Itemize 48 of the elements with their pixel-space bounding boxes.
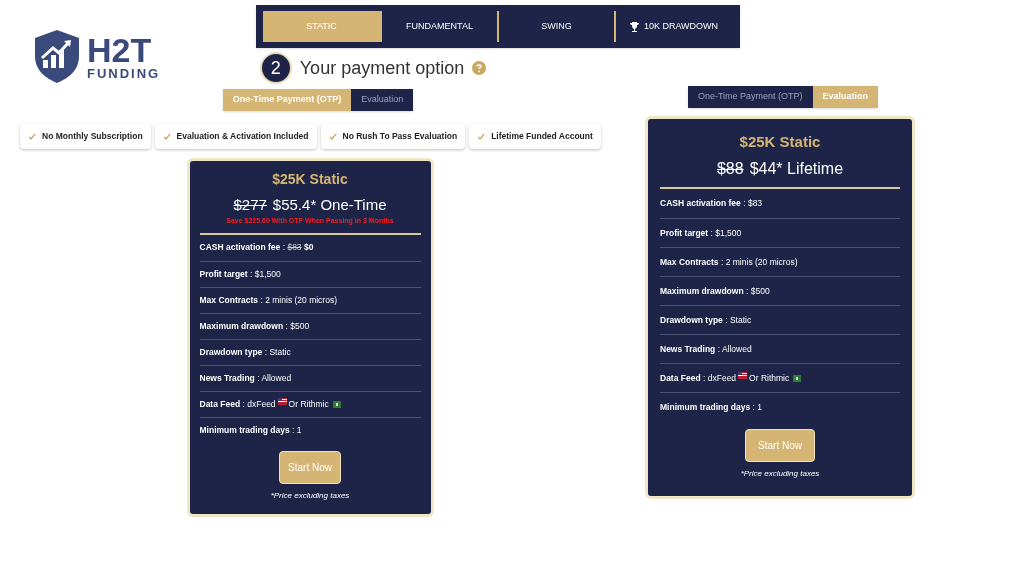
plan-title: $25K Static	[271, 169, 349, 189]
plan-detail: Minimum trading days : 1	[660, 400, 763, 414]
feature-label: Evaluation & Activation Included	[176, 129, 309, 143]
feature-label: Lifetime Funded Account	[491, 129, 593, 143]
check-icon	[28, 132, 36, 140]
check-icon	[328, 132, 337, 140]
trophy-icon	[628, 20, 640, 33]
logo-icon	[33, 28, 81, 84]
help-icon	[472, 61, 487, 75]
plan-tab[interactable]: FUNDAMENTAL	[380, 11, 497, 42]
check-icon	[162, 132, 171, 140]
flag-icon	[332, 400, 341, 408]
payment-tab[interactable]: Evaluation	[351, 89, 414, 111]
plan-detail: Profit target : $1,500	[660, 226, 742, 240]
plan-detail: Maximum drawdown : $500	[199, 319, 310, 333]
plan-detail: Drawdown type : Static	[660, 313, 752, 327]
plan-tab[interactable]: 10K DRAWDOWN	[614, 11, 731, 42]
plan-detail: Max Contracts : 2 minis (20 micros)	[199, 293, 337, 307]
flag-icon	[793, 374, 802, 382]
step-number: 2	[259, 52, 292, 84]
plan-detail: CASH activation fee : $83 $0	[199, 241, 314, 254]
old-price: $88	[716, 159, 744, 179]
plan-detail: News Trading : Allowed	[660, 342, 752, 356]
plan-detail: CASH activation fee : $83	[660, 197, 763, 210]
price: $44* Lifetime	[749, 159, 844, 179]
price: $55.4* One-Time	[272, 194, 387, 215]
payment-tab[interactable]: One-Time Payment (OTP)	[687, 86, 813, 108]
feature-label: No Monthly Subscription	[42, 129, 143, 143]
plan-detail: Maximum drawdown : $500	[660, 284, 770, 298]
price-footnote: *Price excluding taxes	[739, 468, 821, 480]
logo-subtitle: FUNDING	[87, 66, 161, 80]
plan-detail: Max Contracts : 2 minis (20 micros)	[660, 255, 798, 269]
old-price: $277	[233, 194, 267, 215]
plan-detail: Drawdown type : Static	[199, 345, 291, 359]
plan-detail: Minimum trading days : 1	[199, 423, 302, 437]
feature-label: No Rush To Pass Evaluation	[342, 129, 458, 143]
plan-title: $25K Static	[738, 131, 822, 152]
plan-detail: Data Feed : dxFeed Or Rithmic	[199, 397, 345, 411]
logo-title: H2T	[87, 32, 153, 67]
plan-detail: Data Feed : dxFeed Or Rithmic	[660, 371, 806, 385]
section-heading: Your payment option	[299, 56, 465, 80]
plan-detail: Profit target : $1,500	[199, 267, 281, 281]
flag-icon	[277, 397, 287, 405]
flag-icon	[738, 371, 748, 379]
plan-detail: News Trading : Allowed	[199, 371, 292, 385]
check-icon	[477, 132, 486, 140]
price-footnote: *Price excluding taxes	[269, 489, 351, 502]
plan-tab[interactable]: SWING	[497, 11, 614, 42]
